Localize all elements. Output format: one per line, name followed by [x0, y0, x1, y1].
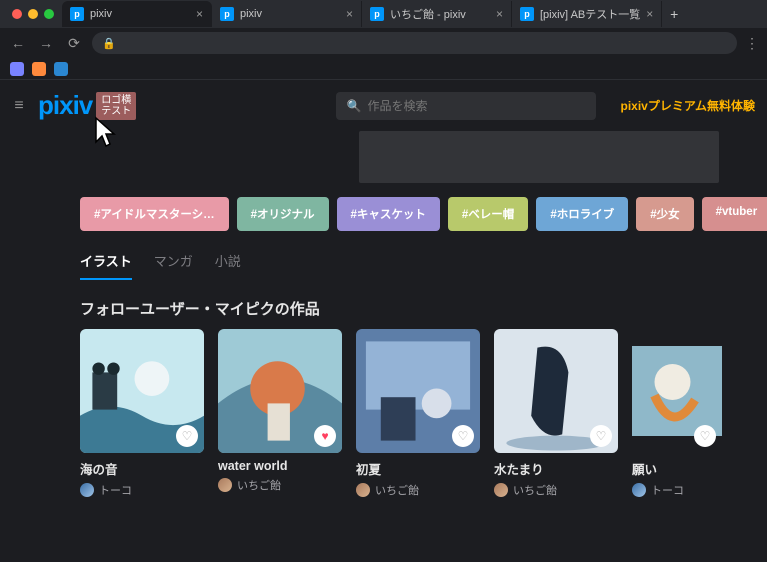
work-thumbnail[interactable]: ♡ [80, 329, 204, 453]
browser-menu-button[interactable]: ⋮ [745, 35, 759, 52]
tab-title: pixiv [90, 8, 190, 20]
browser-tab-1[interactable]: p pixiv × [212, 1, 362, 27]
tab-title: [pixiv] ABテスト一覧 [540, 6, 640, 22]
work-thumbnail[interactable]: ♡ [356, 329, 480, 453]
work-thumbnail[interactable]: ♡ [494, 329, 618, 453]
tag-pill[interactable]: #vtuber [702, 197, 767, 231]
work-title: 水たまり [494, 459, 618, 478]
tag-pill[interactable]: #ホロライブ [536, 197, 628, 231]
close-icon[interactable]: × [346, 7, 353, 21]
avatar [80, 483, 94, 497]
work-author[interactable]: いちご飴 [218, 477, 342, 493]
site-logo[interactable]: pixiv [38, 90, 92, 121]
work-title: 海の音 [80, 459, 204, 478]
browser-tab-0[interactable]: p pixiv × [62, 1, 212, 27]
tab-illust[interactable]: イラスト [80, 251, 132, 280]
tag-pill[interactable]: #アイドルマスターシ… [80, 197, 229, 231]
search-input[interactable]: 🔍 作品を検索 [336, 92, 596, 120]
premium-link[interactable]: pixivプレミアム無料体験 [620, 97, 755, 114]
back-button[interactable]: ← [8, 35, 28, 51]
extension-icon[interactable] [54, 62, 68, 76]
work-title: water world [218, 459, 342, 473]
tag-pill[interactable]: #キャスケット [337, 197, 440, 231]
work-thumbnail[interactable]: ♥ [218, 329, 342, 453]
lock-icon: 🔒 [102, 37, 116, 50]
tag-pill[interactable]: #ベレー帽 [448, 197, 528, 231]
browser-tab-3[interactable]: p [pixiv] ABテスト一覧 × [512, 1, 662, 27]
tag-pill[interactable]: #少女 [636, 197, 693, 231]
tag-pill[interactable]: #オリジナル [237, 197, 329, 231]
work-card[interactable]: ♡ 海の音トーコ [80, 329, 204, 498]
tag-row: #アイドルマスターシ…#オリジナル#キャスケット#ベレー帽#ホロライブ#少女 #v… [0, 193, 767, 241]
avatar [632, 483, 646, 497]
work-card-row: ♡海の音トーコ♥water worldいちご飴♡初夏いちご飴♡水たまりいちご飴♡… [0, 329, 767, 498]
window-controls[interactable] [8, 9, 62, 19]
browser-chrome: p pixiv × p pixiv × p いちご飴 - pixiv × p [… [0, 0, 767, 80]
close-icon[interactable]: × [496, 7, 503, 21]
work-title: 願い [632, 459, 722, 478]
address-bar[interactable]: 🔒 [92, 32, 737, 54]
favicon-icon: p [370, 7, 384, 21]
tab-title: pixiv [240, 8, 340, 20]
close-icon[interactable]: × [196, 7, 203, 21]
work-card[interactable]: ♥ water world いちご飴 [218, 329, 342, 498]
work-card[interactable]: ♡ 初夏いちご飴 [356, 329, 480, 498]
like-button[interactable]: ♡ [694, 425, 716, 447]
reload-button[interactable]: ⟳ [64, 35, 84, 52]
work-author[interactable]: いちご飴 [494, 482, 618, 498]
work-author[interactable]: トーコ [632, 482, 722, 498]
close-icon[interactable]: × [646, 7, 653, 21]
tab-title: いちご飴 - pixiv [390, 6, 490, 22]
avatar [356, 483, 370, 497]
work-author[interactable]: いちご飴 [356, 482, 480, 498]
page-content: ≡ pixiv ロゴ横 テスト 🔍 作品を検索 pixivプレミアム無料体験 #… [0, 80, 767, 562]
logo-test-badge: ロゴ横 テスト [96, 92, 136, 120]
favicon-icon: p [220, 7, 234, 21]
tab-novel[interactable]: 小説 [215, 251, 241, 280]
browser-tab-2[interactable]: p いちご飴 - pixiv × [362, 1, 512, 27]
work-title: 初夏 [356, 459, 480, 478]
forward-button[interactable]: → [36, 35, 56, 51]
search-icon: 🔍 [346, 99, 361, 113]
favicon-icon: p [70, 7, 84, 21]
like-button[interactable]: ♥ [314, 425, 336, 447]
new-tab-button[interactable]: + [662, 6, 686, 22]
section-title: フォローユーザー・マイピクの作品 [0, 280, 767, 329]
hamburger-menu[interactable]: ≡ [10, 97, 28, 115]
cursor-icon [94, 116, 122, 150]
extension-icon[interactable] [32, 62, 46, 76]
avatar [218, 478, 232, 492]
work-card[interactable]: ♡ 願いトーコ [632, 329, 722, 498]
extension-bar [0, 58, 767, 80]
ad-banner[interactable] [359, 131, 719, 183]
tab-manga[interactable]: マンガ [154, 251, 193, 280]
work-thumbnail[interactable]: ♡ [632, 329, 722, 453]
extension-icon[interactable] [10, 62, 24, 76]
work-card[interactable]: ♡ 水たまりいちご飴 [494, 329, 618, 498]
like-button[interactable]: ♡ [590, 425, 612, 447]
work-author[interactable]: トーコ [80, 482, 204, 498]
like-button[interactable]: ♡ [176, 425, 198, 447]
search-placeholder: 作品を検索 [367, 97, 427, 114]
like-button[interactable]: ♡ [452, 425, 474, 447]
favicon-icon: p [520, 7, 534, 21]
avatar [494, 483, 508, 497]
